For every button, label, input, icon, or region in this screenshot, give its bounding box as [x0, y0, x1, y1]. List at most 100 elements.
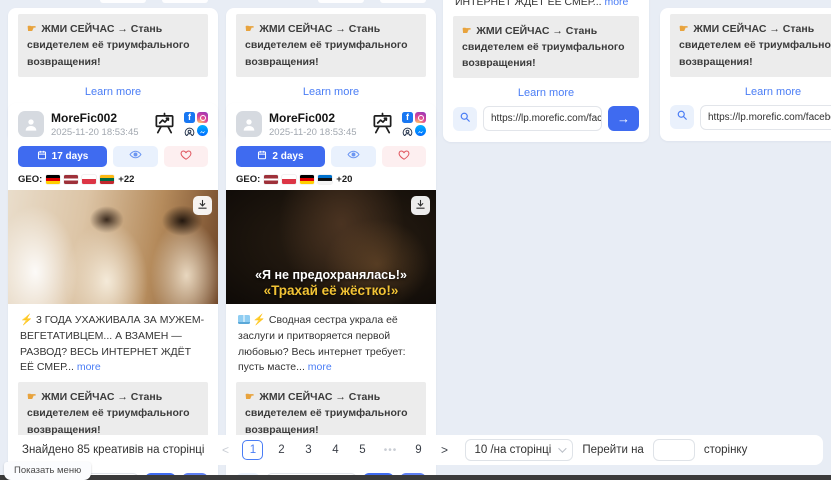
lightning-icon: ⚡	[253, 314, 266, 326]
ad-headline-text: ЖМИ СЕЙЧАС → Стань свидетелем её триумфа…	[245, 391, 408, 436]
url-row: https://lp.morefic.com/facebook-0iHH0v02…	[670, 105, 831, 141]
results-count-text: Знайдено 85 креативів на сторінці	[22, 444, 204, 456]
show-menu-button[interactable]: Показать меню	[4, 462, 91, 480]
instagram-icon	[415, 112, 426, 123]
cutoff-card-sliver	[100, 0, 146, 3]
days-active-label: 17 days	[52, 151, 89, 162]
creative-image[interactable]: «Я не предохранялась!» «Трахай её жёстко…	[226, 190, 436, 304]
geo-label: GEO:	[18, 174, 42, 185]
ad-headline-text: ЖМИ СЕЙЧАС → Стань свидетелем её триумфа…	[245, 23, 408, 68]
calendar-icon	[37, 150, 47, 163]
page-button-3[interactable]: 3	[299, 440, 317, 460]
flag-ee-icon	[318, 175, 332, 184]
days-active-button[interactable]: 2 days	[236, 146, 325, 167]
messenger-icon	[197, 125, 208, 136]
ad-description-text: ИНТЕРНЕТ ЖДЁТ ЕЁ СМЕР...	[455, 0, 604, 8]
preview-button[interactable]	[331, 146, 376, 167]
ad-description-fragment: ИНТЕРНЕТ ЖДЁТ ЕЁ СМЕР... more	[455, 0, 637, 10]
flag-pl-icon	[282, 175, 296, 184]
search-button[interactable]	[453, 107, 477, 131]
image-caption: «Я не предохранялась!» «Трахай её жёстко…	[226, 268, 436, 298]
pointing-hand-icon: ☛	[679, 23, 688, 35]
facebook-icon: f	[184, 112, 195, 123]
book-icon	[238, 315, 250, 324]
card-actions: 2 days	[236, 146, 426, 167]
ad-description-text: 3 ГОДА УХАЖИВАЛА ЗА МУЖЕМ-ВЕГЕТАТИВЦЕМ..…	[20, 314, 204, 373]
image-caption-line2: «Трахай её жёстко!»	[226, 283, 436, 298]
creative-datetime: 2025-11-20 18:53:45	[51, 127, 145, 138]
heart-icon	[398, 148, 410, 166]
creative-datetime: 2025-11-20 18:53:45	[269, 127, 363, 138]
download-image-button[interactable]	[193, 196, 212, 215]
creative-image[interactable]	[8, 190, 218, 304]
flag-lt-icon	[100, 175, 114, 184]
url-row: https://lp.morefic.com/facebook-0iHH0v02…	[453, 106, 639, 142]
learn-more-link[interactable]: Learn more	[660, 86, 831, 98]
more-link[interactable]: more	[604, 0, 628, 8]
preview-button[interactable]	[113, 146, 158, 167]
ad-description: ⚡ 3 ГОДА УХАЖИВАЛА ЗА МУЖЕМ-ВЕГЕТАТИВЦЕМ…	[20, 313, 206, 376]
ad-headline: ☛ ЖМИ СЕЙЧАС → Стань свидетелем её триум…	[18, 14, 208, 77]
flag-lv-icon	[64, 175, 78, 184]
advertiser-info: MoreFic002 2025-11-20 18:53:45	[51, 111, 145, 138]
ad-headline-text: ЖМИ СЕЙЧАС → Стань свидетелем её триумфа…	[462, 25, 625, 70]
geo-more-count[interactable]: +20	[336, 174, 352, 185]
creative-card: MoreFic002 2025-11-20 18:53:45 f 2 days …	[226, 103, 436, 480]
page-ellipsis[interactable]: •••	[380, 445, 400, 456]
landing-url-input[interactable]: https://lp.morefic.com/facebook-0iHH0v02…	[483, 106, 602, 131]
eye-icon	[129, 148, 142, 166]
pagination-bar: Знайдено 85 креативів на сторінці < 1 2 …	[8, 435, 823, 465]
cutoff-card-sliver	[162, 0, 208, 3]
learn-more-link[interactable]: Learn more	[443, 87, 649, 99]
days-active-button[interactable]: 17 days	[18, 146, 107, 167]
page-button-9[interactable]: 9	[409, 440, 427, 460]
placements: f	[402, 112, 426, 136]
creative-card-partial: ☛ ЖМИ СЕЙЧАС → Стань свидетелем её триум…	[660, 8, 831, 141]
presentation-chart-icon[interactable]	[152, 112, 177, 135]
page-button-2[interactable]: 2	[272, 440, 290, 460]
advertiser-info: MoreFic002 2025-11-20 18:53:45	[269, 111, 363, 138]
more-link[interactable]: more	[77, 361, 101, 373]
learn-more-link[interactable]: Learn more	[226, 86, 436, 98]
geo-row: GEO: +22	[18, 174, 208, 185]
creative-card-partial: ИНТЕРНЕТ ЖДЁТ ЕЁ СМЕР... more ☛ ЖМИ СЕЙЧ…	[443, 0, 649, 142]
next-page-button[interactable]: >	[436, 440, 452, 460]
advertiser-name: MoreFic002	[269, 111, 363, 125]
pointing-hand-icon: ☛	[27, 23, 36, 35]
flag-de-icon	[46, 175, 60, 184]
favorite-button[interactable]	[164, 146, 209, 167]
more-link[interactable]: more	[308, 361, 332, 373]
page-button-4[interactable]: 4	[326, 440, 344, 460]
ad-description: ⚡ Сводная сестра украла её заслуги и при…	[238, 313, 424, 376]
flag-de-icon	[300, 175, 314, 184]
cutoff-card-sliver	[318, 0, 364, 3]
open-url-button[interactable]: →	[608, 106, 639, 131]
landing-url-input[interactable]: https://lp.morefic.com/facebook-0iHH0v02…	[700, 105, 831, 130]
page-size-select[interactable]: 10 /на сторінці	[465, 439, 573, 461]
search-button[interactable]	[670, 105, 694, 129]
cutoff-card-sliver	[380, 0, 426, 3]
ad-headline-text: ЖМИ СЕЙЧАС → Стань свидетелем её триумфа…	[27, 23, 190, 68]
presentation-chart-icon[interactable]	[370, 112, 395, 135]
prev-page-button[interactable]: <	[217, 440, 233, 460]
learn-more-link[interactable]: Learn more	[8, 86, 218, 98]
arrow-right-icon: →	[617, 111, 630, 126]
chevron-down-icon	[558, 444, 566, 452]
avatar	[18, 111, 44, 137]
lightning-icon: ⚡	[20, 314, 33, 326]
ad-headline-text: ЖМИ СЕЙЧАС → Стань свидетелем её триумфа…	[679, 23, 831, 68]
goto-page-input[interactable]	[653, 439, 695, 461]
download-image-button[interactable]	[411, 196, 430, 215]
geo-more-count[interactable]: +22	[118, 174, 134, 185]
page-button-1[interactable]: 1	[242, 440, 263, 460]
pointing-hand-icon: ☛	[245, 391, 254, 403]
heart-icon	[180, 148, 192, 166]
calendar-icon	[257, 150, 267, 163]
ad-headline-text: ЖМИ СЕЙЧАС → Стань свидетелем её триумфа…	[27, 391, 190, 436]
page-button-5[interactable]: 5	[353, 440, 371, 460]
favorite-button[interactable]	[382, 146, 427, 167]
creative-card: MoreFic002 2025-11-20 18:53:45 f 17 days…	[8, 103, 218, 480]
card-actions: 17 days	[18, 146, 208, 167]
geo-row: GEO: +20	[236, 174, 426, 185]
page-size-value: 10 /на сторінці	[474, 444, 551, 456]
